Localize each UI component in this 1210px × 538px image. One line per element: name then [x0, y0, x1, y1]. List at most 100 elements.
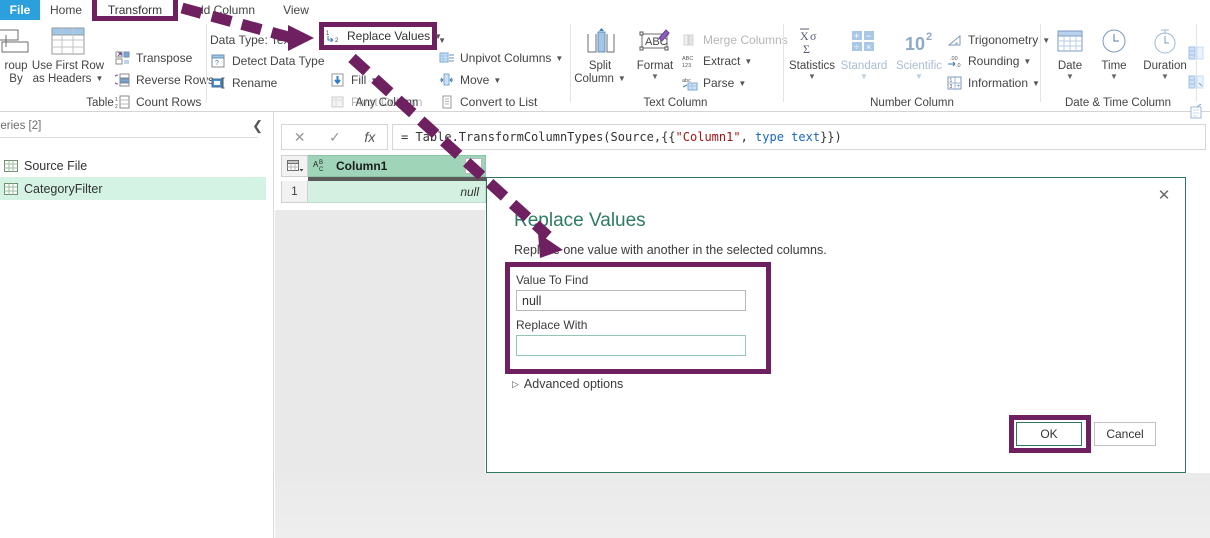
duration-label: Duration	[1143, 60, 1187, 72]
chevron-left-icon[interactable]: ❮	[252, 118, 263, 134]
svg-text:Σ: Σ	[803, 42, 810, 56]
use-first-row-label-1: Use First Row	[31, 60, 105, 72]
ribbon-group-label-any-column: Any Column	[355, 97, 419, 109]
column-header-column1[interactable]: A B C Column1 ▼	[308, 155, 486, 177]
replace-with-input[interactable]	[516, 335, 746, 356]
queries-pane-title: ueries [2]	[0, 120, 42, 132]
replace-with-label: Replace With	[516, 318, 588, 332]
unpivot-columns-button[interactable]: Unpivot Columns ▼	[438, 48, 563, 68]
chevron-down-icon[interactable]: ▼	[738, 79, 746, 88]
ribbon-group-datetime-column: Date ▼ Time ▼ Duration ▼ Date & Time Col…	[1042, 20, 1194, 112]
move-button[interactable]: Move ▼	[438, 70, 501, 90]
chevron-down-icon[interactable]: ▼	[493, 76, 501, 85]
ribbon-divider-1	[206, 24, 207, 102]
move-icon	[438, 72, 456, 88]
information-button[interactable]: 1 3 + Information ▼	[946, 73, 1040, 93]
ribbon-group-label-datetime-column: Date & Time Column	[1064, 97, 1172, 109]
chevron-down-icon[interactable]: ▼	[860, 72, 868, 80]
svg-text:÷: ÷	[854, 42, 859, 52]
duration-button[interactable]: Duration ▼	[1136, 24, 1194, 80]
svg-text:123: 123	[682, 63, 691, 69]
queries-pane-header: ueries [2] ❮	[0, 118, 273, 138]
extract-button[interactable]: ABC 123 Extract ▼	[681, 51, 753, 71]
tab-add-column[interactable]: Add Column	[180, 0, 264, 20]
fill-button[interactable]: Fill ▼	[329, 70, 378, 90]
svg-text:+: +	[957, 84, 961, 90]
cancel-icon[interactable]: ✕	[294, 129, 306, 146]
close-icon[interactable]: ✕	[1153, 185, 1175, 205]
detect-data-type-button[interactable]: ? Detect Data Type	[210, 51, 325, 71]
transpose-button[interactable]: Transpose	[114, 48, 192, 68]
row-cell-column1[interactable]: null	[308, 181, 486, 203]
checkmark-icon[interactable]: ✓	[329, 129, 341, 146]
workspace-grey-bottom	[275, 473, 1210, 538]
svg-text:2: 2	[926, 31, 932, 43]
parse-button[interactable]: abc Parse ▼	[681, 73, 746, 93]
abc-type-icon: A B C	[313, 158, 330, 175]
chevron-down-icon[interactable]: ▼	[744, 57, 752, 66]
standard-button[interactable]: + − ÷ × Standard ▼	[838, 24, 890, 80]
merge-columns-label: Merge Columns	[703, 33, 788, 47]
svg-text:.00: .00	[950, 56, 958, 62]
reverse-rows-icon	[114, 72, 132, 88]
chevron-down-icon[interactable]: ▼	[651, 72, 659, 80]
chevron-down-icon[interactable]: ▼	[370, 76, 378, 85]
data-type-label[interactable]: Data Type: Text	[210, 30, 293, 50]
rounding-button[interactable]: .00 .0 Rounding ▼	[946, 51, 1031, 71]
ribbon-tabbar: File Home Transform Add Column View	[0, 0, 1210, 20]
chevron-down-icon[interactable]: ▼	[1066, 72, 1074, 80]
dialog-title: Replace Values	[514, 210, 646, 231]
svg-text:ABC: ABC	[682, 56, 693, 62]
standard-label: Standard	[840, 60, 888, 72]
tab-home[interactable]: Home	[40, 0, 92, 20]
table-row[interactable]: 1 null	[281, 181, 513, 203]
advanced-options-toggle[interactable]: ▷ Advanced options	[512, 377, 623, 391]
value-to-find-input[interactable]: null	[516, 290, 746, 311]
query-item-source-file[interactable]: Source File	[0, 154, 266, 177]
date-button[interactable]: Date ▼	[1048, 24, 1092, 80]
ribbon-group-table: roup By Use First Row as Headers ▼ Trans…	[0, 20, 214, 112]
chevron-down-icon[interactable]: ▼	[915, 72, 923, 80]
query-item-categoryfilter[interactable]: CategoryFilter	[0, 177, 266, 200]
run-r-script-icon[interactable]	[1188, 103, 1206, 124]
split-column-icon	[582, 24, 618, 58]
chevron-down-icon[interactable]: ▼	[618, 73, 626, 86]
ribbon-group-text-column: Split Column ▼ ABC Format ▼ Merge Column…	[574, 20, 788, 112]
structured-column-icon-2[interactable]	[1188, 75, 1206, 95]
rename-button[interactable]: Rename	[210, 73, 277, 93]
format-button[interactable]: ABC Format ▼	[629, 24, 681, 80]
chevron-down-icon[interactable]: ▼	[1032, 79, 1040, 88]
fx-icon[interactable]: fx	[364, 129, 375, 145]
chevron-down-icon[interactable]: ▼	[1023, 57, 1031, 66]
formula-input[interactable]: = Table.TransformColumnTypes(Source,{{"C…	[392, 124, 1206, 150]
transpose-label: Transpose	[136, 51, 193, 65]
chevron-down-icon[interactable]: ▼	[1161, 72, 1169, 80]
reverse-rows-button[interactable]: Reverse Rows	[114, 70, 214, 90]
scientific-button[interactable]: 10 2 Scientific ▼	[890, 24, 948, 80]
svg-text:?: ?	[215, 60, 219, 67]
tab-file[interactable]: File	[0, 0, 40, 20]
chevron-down-icon[interactable]: ▼	[555, 54, 563, 63]
split-column-button[interactable]: Split Column ▼	[574, 24, 626, 85]
statistics-button[interactable]: X σ Σ Statistics ▼	[786, 24, 838, 80]
cancel-button[interactable]: Cancel	[1094, 422, 1156, 446]
chevron-down-icon[interactable]: ▼	[1110, 72, 1118, 80]
time-button[interactable]: Time ▼	[1092, 24, 1136, 80]
tab-view[interactable]: View	[272, 0, 320, 20]
svg-text:X: X	[800, 29, 809, 43]
split-column-label-1: Split	[588, 60, 612, 72]
chevron-down-icon[interactable]: ▼	[95, 73, 103, 86]
trigonometry-button[interactable]: Trigonometry ▼	[946, 30, 1050, 50]
table-icon	[4, 182, 24, 195]
split-column-label-2: Column	[574, 72, 614, 85]
structured-column-icon-1[interactable]	[1188, 46, 1206, 66]
statistics-icon: X σ Σ	[794, 24, 830, 58]
use-first-row-as-headers-button[interactable]: Use First Row as Headers ▼	[20, 24, 116, 85]
format-icon: ABC	[635, 24, 675, 58]
chevron-down-icon[interactable]: ▼	[808, 72, 816, 80]
formula-prefix: = Table.TransformColumnTypes(Source,{{	[401, 130, 676, 144]
select-all-icon[interactable]	[281, 155, 308, 177]
formula-suffix: }})	[820, 130, 842, 144]
chevron-down-icon[interactable]: ▼	[465, 158, 482, 174]
ok-button[interactable]: OK	[1016, 422, 1082, 446]
